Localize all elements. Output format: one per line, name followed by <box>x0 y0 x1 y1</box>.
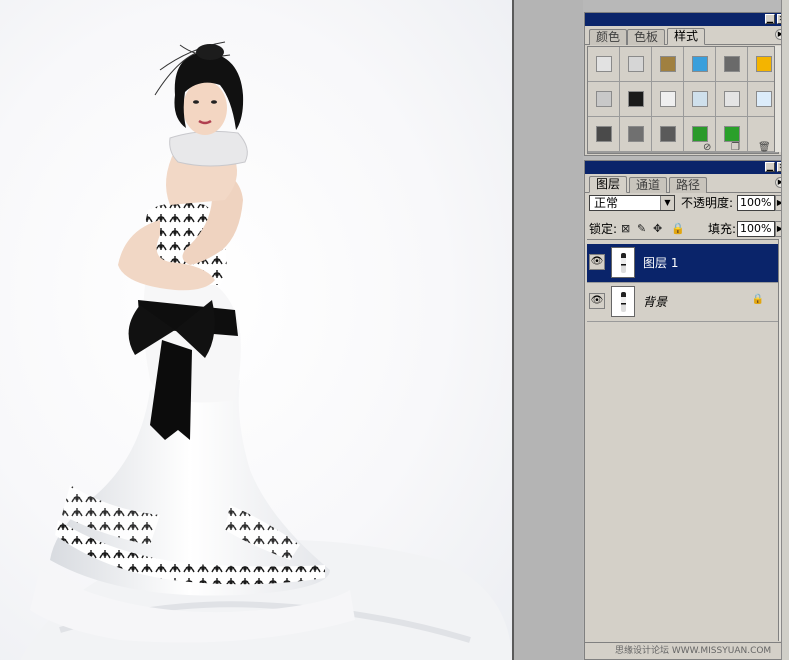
layer-row-layer1[interactable]: 👁 图层 1 <box>587 244 778 283</box>
tab-channels[interactable]: 通道 <box>629 177 668 193</box>
photo-image <box>20 41 512 660</box>
tab-color[interactable]: 颜色 <box>589 29 628 45</box>
clear-style-icon[interactable]: ⊘ <box>703 143 711 153</box>
style-swatch[interactable] <box>588 82 619 116</box>
layer-name: 背景 <box>643 295 668 309</box>
blend-mode-select[interactable]: 正常 ▼ <box>589 195 675 211</box>
style-swatch-preview <box>627 91 644 107</box>
watermark-text: 思缘设计论坛 WWW.MISSYUAN.COM <box>615 646 772 656</box>
eye-icon[interactable]: 👁 <box>589 254 605 270</box>
lock-fill-row: 锁定: ⊠ ✎ ✥ 🔒 填充: 100% ▶ <box>587 221 786 241</box>
eye-icon[interactable]: 👁 <box>589 293 605 309</box>
layers-palette-titlebar[interactable]: ▁ ✕ <box>585 161 788 174</box>
style-swatch[interactable] <box>716 82 747 116</box>
layer-thumbnail <box>611 247 635 278</box>
lock-transparency-icon[interactable]: ⊠ <box>621 223 630 235</box>
workspace-background <box>514 0 583 660</box>
style-swatch-preview <box>627 126 644 142</box>
style-swatch-preview <box>595 91 612 107</box>
minimize-button[interactable]: ▁ <box>765 14 775 24</box>
style-swatch-preview <box>723 91 740 107</box>
lock-label: 锁定: <box>589 222 618 236</box>
layers-list: 👁 图层 1 👁 背景 🔒 <box>587 239 778 641</box>
style-swatch-preview <box>659 56 676 72</box>
blend-mode-value: 正常 <box>594 196 619 210</box>
tab-styles[interactable]: 样式 <box>667 28 706 45</box>
style-swatch-preview <box>691 126 708 142</box>
style-swatch[interactable] <box>652 82 683 116</box>
style-swatch[interactable] <box>716 47 747 81</box>
lock-icon: 🔒 <box>751 294 764 305</box>
lock-all-icon[interactable]: 🔒 <box>671 223 685 235</box>
style-swatch-preview <box>755 91 772 107</box>
styles-footer: ⊘ ❐ 🗑 <box>585 141 788 155</box>
layers-footer: 思缘设计论坛 WWW.MISSYUAN.COM <box>585 642 788 659</box>
delete-style-icon[interactable]: 🗑 <box>758 143 771 153</box>
style-swatch-preview <box>595 126 612 142</box>
minimize-button[interactable]: ▁ <box>765 162 775 172</box>
style-swatch-preview <box>723 126 740 142</box>
document-canvas[interactable] <box>0 0 512 660</box>
new-style-icon[interactable]: ❐ <box>731 143 740 153</box>
style-swatch[interactable] <box>620 47 651 81</box>
style-swatch-preview <box>691 56 708 72</box>
style-swatch-preview <box>595 56 612 72</box>
style-swatch-preview <box>755 56 772 72</box>
opacity-input[interactable]: 100% <box>737 195 775 211</box>
chevron-down-icon: ▼ <box>660 196 674 210</box>
style-swatch-preview <box>659 91 676 107</box>
style-swatch-preview <box>723 56 740 72</box>
lock-brush-icon[interactable]: ✎ <box>637 223 646 235</box>
layers-palette: ▁ ✕ 图层 通道 路径 ▶ 正常 ▼ 不透明度: 100% ▶ 锁定: ⊠ ✎… <box>584 160 789 660</box>
style-swatch[interactable] <box>684 47 715 81</box>
opacity-label: 不透明度: <box>681 196 734 210</box>
layer-row-background[interactable]: 👁 背景 🔒 <box>587 283 778 322</box>
style-swatch-preview <box>627 56 644 72</box>
blend-opacity-row: 正常 ▼ 不透明度: 100% ▶ <box>587 194 786 214</box>
style-swatch-preview <box>691 91 708 107</box>
fill-input[interactable]: 100% <box>737 221 775 237</box>
layer-thumbnail <box>611 286 635 317</box>
styles-grid <box>587 46 779 154</box>
tab-swatches[interactable]: 色板 <box>627 29 666 45</box>
style-swatch[interactable] <box>588 47 619 81</box>
style-swatch-preview <box>659 126 676 142</box>
tab-paths[interactable]: 路径 <box>669 177 708 193</box>
styles-palette: ▁ ✕ 颜色 色板 样式 ▶ ⊘ ❐ 🗑 <box>584 12 789 156</box>
styles-palette-titlebar[interactable]: ▁ ✕ <box>585 13 788 26</box>
dock-edge <box>781 0 789 660</box>
style-swatch[interactable] <box>620 82 651 116</box>
style-swatch[interactable] <box>652 47 683 81</box>
style-swatch[interactable] <box>684 82 715 116</box>
layers-palette-tabs: 图层 通道 路径 ▶ <box>585 174 788 193</box>
styles-palette-tabs: 颜色 色板 样式 ▶ <box>585 26 788 45</box>
fill-label: 填充: <box>708 222 737 236</box>
layer-name: 图层 1 <box>643 256 679 270</box>
tab-layers[interactable]: 图层 <box>589 176 628 193</box>
lock-move-icon[interactable]: ✥ <box>653 223 662 235</box>
